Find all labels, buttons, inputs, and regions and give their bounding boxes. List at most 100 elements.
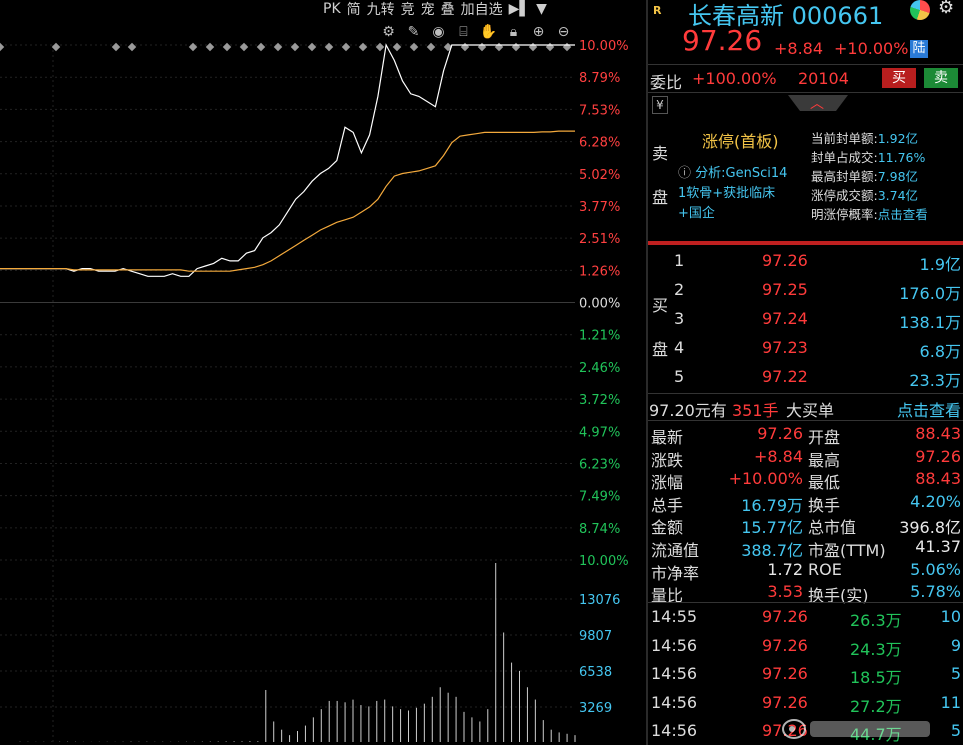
stat-value: 97.26 — [757, 424, 803, 443]
signal-marker — [188, 42, 198, 52]
stat-value: +8.84 — [753, 446, 803, 466]
expand-icon[interactable]: ▶▌ — [508, 1, 532, 17]
nine-turn-button[interactable]: 九转 — [366, 0, 396, 19]
settings-icon[interactable]: ⚙ — [378, 23, 399, 41]
gear-icon[interactable]: ⚙ — [938, 0, 954, 18]
info-label: 封单占成交: — [811, 150, 878, 165]
bid-price: 97.24 — [762, 309, 808, 328]
bid-row[interactable]: 4 97.23 6.8万 — [672, 335, 963, 364]
big-order-link[interactable]: 点击查看 — [897, 397, 961, 421]
tick-row[interactable]: 14:56 97.26 24.3万 9 — [648, 633, 963, 661]
price-change: +8.84 — [774, 39, 824, 58]
yen-icon[interactable]: ¥ — [652, 96, 668, 114]
volume-tick-label: 6538 — [579, 665, 612, 680]
watermark-graphic — [782, 719, 930, 739]
lock-icon[interactable]: 🔒︎ — [503, 23, 524, 41]
zoom-out-icon[interactable]: ⊖ — [553, 23, 574, 41]
stat-row: 金额 15.77亿 总市值 396.8亿 — [648, 514, 963, 537]
pct-tick-label: 2.46% — [579, 361, 620, 376]
chart-toolbar: PK 简 九转 竞 宠 叠 加自选 ▶▌ ▼ — [322, 0, 548, 18]
intraday-chart[interactable]: 10.00% 8.79% 7.53% 6.28% 5.02% 3.77% 2.51% 1.26… — [0, 0, 648, 745]
pen-icon[interactable]: ✎ — [403, 23, 424, 41]
buy-side-label: 买盘 — [652, 296, 669, 359]
pk-button[interactable]: PK — [322, 1, 342, 17]
pct-tick-label: 5.02% — [579, 168, 620, 183]
stat-value: 388.7亿 — [741, 541, 803, 560]
stat-label: 市净率 — [651, 563, 700, 583]
weibi-pct: +100.00% — [692, 69, 777, 88]
stat-row: 涨幅 +10.00% 最低 88.43 — [648, 469, 963, 492]
auction-button[interactable]: 竞 — [400, 0, 416, 19]
pct-tick-label: 6.23% — [579, 457, 620, 472]
sell-side-label: 卖盘 — [652, 144, 669, 207]
stat-value: 3.53 — [767, 582, 803, 602]
tick-price: 97.26 — [762, 635, 808, 655]
stat-label: 市盈(TTM) — [808, 541, 886, 560]
pct-tick-label: 1.21% — [579, 329, 620, 344]
overlay-button[interactable]: 叠 — [440, 0, 456, 19]
add-watchlist-button[interactable]: 加自选 — [460, 0, 504, 19]
zoom-in-icon[interactable]: ⊕ — [528, 23, 549, 41]
signal-marker — [426, 42, 436, 52]
basket-icon[interactable]: ⌸ — [453, 23, 474, 41]
big-order-prefix: 97.20元有 — [649, 401, 727, 420]
buy-button[interactable]: 买 — [882, 68, 916, 88]
weibi-num: 20104 — [798, 69, 849, 88]
stat-label: 开盘 — [808, 428, 841, 447]
signal-marker — [460, 42, 470, 52]
weibi-label: 委比 — [650, 73, 683, 92]
big-order-suffix: 大买单 — [786, 401, 835, 420]
volume-tick-label: 3269 — [579, 701, 612, 716]
bid-row[interactable]: 5 97.22 23.3万 — [672, 364, 963, 393]
dropdown-icon[interactable]: ▼ — [535, 1, 548, 17]
tick-volume: 24.3万 — [850, 639, 902, 659]
bid-level: 1 — [674, 251, 685, 270]
stat-value: 16.79万 — [741, 495, 803, 515]
signal-marker — [222, 42, 232, 52]
stat-label: 涨幅 — [651, 473, 684, 493]
price-change-pct: +10.00% — [834, 39, 909, 58]
pct-tick-label: 0.00% — [579, 297, 620, 312]
pct-tick-label: 3.72% — [579, 393, 620, 408]
pie-chart-icon[interactable] — [910, 0, 930, 20]
bid-level: 3 — [674, 309, 685, 328]
collapse-button[interactable]: ︿ — [788, 95, 848, 111]
stat-value: 41.37 — [915, 537, 961, 556]
info-value: 7.98亿 — [877, 169, 919, 184]
tick-count: 5 — [950, 664, 961, 684]
pct-tick-label: 7.49% — [579, 490, 620, 505]
stat-value: 5.78% — [910, 582, 961, 602]
stat-value: 15.77亿 — [741, 518, 803, 538]
bid-row[interactable]: 2 97.25 176.0万 — [672, 277, 963, 306]
tick-volume: 18.5万 — [850, 668, 902, 688]
stat-value: 88.43 — [915, 469, 961, 489]
probability-link[interactable]: 点击查看 — [878, 207, 928, 222]
tick-row[interactable]: 14:56 97.26 18.5万 5 — [648, 661, 963, 689]
bid-row[interactable]: 1 97.26 1.9亿 — [672, 248, 963, 277]
analysis-block[interactable]: ⓘ 分析:GenSci14 1软骨+获批临床+国企 — [678, 164, 818, 224]
hand-icon[interactable]: ✋ — [478, 23, 499, 41]
bid-qty: 23.3万 — [909, 371, 961, 390]
divider — [648, 393, 963, 394]
bid-row[interactable]: 3 97.24 138.1万 — [672, 306, 963, 335]
pet-button[interactable]: 宠 — [420, 0, 436, 19]
signal-marker — [273, 42, 283, 52]
signal-marker — [477, 42, 487, 52]
simple-button[interactable]: 简 — [346, 0, 362, 19]
limit-up-tag: 涨停(首板) — [702, 132, 779, 151]
stat-value: +10.00% — [728, 469, 803, 489]
stat-value: 396.8亿 — [899, 518, 961, 538]
info-label: 当前封单额: — [811, 131, 878, 146]
sell-button[interactable]: 卖 — [924, 68, 958, 88]
signal-marker — [307, 42, 317, 52]
tick-count: 5 — [950, 721, 961, 741]
quote-panel: R 长春高新 000661 ⚙ 97.26 +8.84 +10.00% 陆 委比… — [648, 0, 963, 745]
tick-row[interactable]: 14:55 97.26 26.3万 10 — [648, 604, 963, 632]
stat-label: ROE — [808, 559, 842, 579]
signal-marker — [290, 42, 300, 52]
signal-marker — [528, 42, 538, 52]
eye-icon[interactable]: ◉ — [428, 23, 449, 41]
signal-marker — [239, 42, 249, 52]
lu-badge[interactable]: 陆 — [910, 40, 928, 58]
signal-marker — [562, 42, 572, 52]
